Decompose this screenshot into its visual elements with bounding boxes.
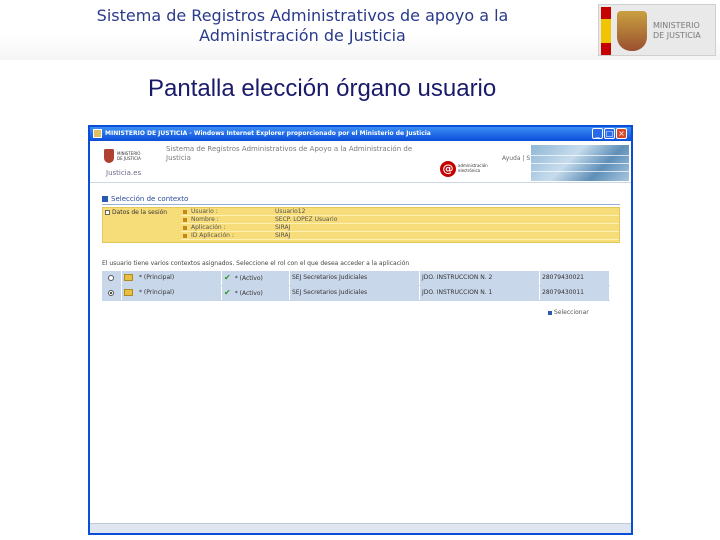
photo-line xyxy=(531,171,630,172)
select-button-label: Seleccionar xyxy=(554,309,589,316)
context-heading-label: Selección de contexto xyxy=(111,195,189,203)
app-header: MINISTERIO DE JUSTICIA Justicia.es Siste… xyxy=(90,141,631,183)
status-cell: ✔ * (Activo) xyxy=(222,286,290,300)
check-icon: ✔ xyxy=(224,288,231,297)
session-key: Aplicación : xyxy=(191,224,226,231)
status-bar xyxy=(90,523,631,533)
header-title: Sistema de Registros Administrativos de … xyxy=(30,6,575,46)
spanish-flag-icon xyxy=(601,7,611,55)
session-key: ID Aplicación : xyxy=(191,232,234,239)
header-photo xyxy=(530,145,630,181)
ministry-logo-line1: MINISTERIO xyxy=(653,21,700,30)
code-cell: SEJ Secretarios Judiciales xyxy=(290,271,420,285)
role-label: * (Principal) xyxy=(139,274,175,281)
session-key: Nombre : xyxy=(191,216,219,223)
at-sign-icon: @ xyxy=(440,161,456,177)
context-instructions: El usuario tiene varios contextos asigna… xyxy=(102,260,410,267)
ministry-logo: MINISTERIO DE JUSTICIA xyxy=(598,4,716,56)
slide: Sistema de Registros Administrativos de … xyxy=(0,0,720,540)
organ-cell: JDO. INSTRUCCION N. 1 xyxy=(420,286,540,300)
role-label: * (Principal) xyxy=(139,289,175,296)
app-system-title: Sistema de Registros Administrativos de … xyxy=(166,145,446,163)
ministry-logo-text: MINISTERIO DE JUSTICIA xyxy=(653,21,715,41)
number-cell: 28079430011 xyxy=(540,286,610,300)
session-value: SECP. LOPEZ Usuario xyxy=(275,216,338,223)
session-label: Datos de la sesión xyxy=(112,209,168,216)
session-row: Nombre : SECP. LOPEZ Usuario xyxy=(181,216,619,224)
radio-icon[interactable] xyxy=(108,289,114,296)
ministry-logo-line2: DE JUSTICIA xyxy=(653,31,701,40)
admin-electronica-logo: @ administración electrónica xyxy=(440,161,500,181)
role-cell: * (Principal) xyxy=(122,271,222,285)
session-value: SIRAJ xyxy=(275,232,291,239)
session-key: Usuario : xyxy=(191,208,218,215)
app-logo-text: MINISTERIO DE JUSTICIA xyxy=(117,151,141,161)
bullet-icon xyxy=(183,226,187,230)
session-value: Usuario12 xyxy=(275,208,306,215)
table-row[interactable]: * (Principal) ✔ * (Activo) SEJ Secretario… xyxy=(102,286,610,300)
radio-cell[interactable] xyxy=(102,286,122,300)
context-heading: Selección de contexto xyxy=(102,195,188,203)
app-system-title-line2: Justicia xyxy=(166,154,191,162)
window-icon xyxy=(93,129,102,138)
close-button[interactable]: × xyxy=(616,128,627,139)
bullet-icon xyxy=(183,234,187,238)
check-icon: ✔ xyxy=(224,273,231,282)
session-row: Usuario : Usuario12 xyxy=(181,208,619,216)
bullet-icon xyxy=(183,210,187,214)
coat-of-arms-icon xyxy=(617,11,647,51)
folder-icon xyxy=(124,289,133,296)
role-cell: * (Principal) xyxy=(122,286,222,300)
session-panel: Datos de la sesión Usuario : Usuario12 N… xyxy=(102,207,620,243)
select-button[interactable]: Seleccionar xyxy=(548,309,589,316)
session-row: Aplicación : SIRAJ xyxy=(181,224,619,232)
contexts-table: * (Principal) ✔ * (Activo) SEJ Secretario… xyxy=(102,271,610,301)
folder-icon xyxy=(124,274,133,281)
session-value: SIRAJ xyxy=(275,224,291,231)
status-label: * (Activo) xyxy=(234,275,263,282)
justicia-label: Justicia.es xyxy=(106,169,142,177)
status-label: * (Activo) xyxy=(234,290,263,297)
minimize-button[interactable]: _ xyxy=(592,128,603,139)
coat-of-arms-icon xyxy=(104,149,114,163)
radio-icon[interactable] xyxy=(108,274,114,281)
session-row: ID Aplicación : SIRAJ xyxy=(181,232,619,240)
section-marker-icon xyxy=(102,196,108,202)
photo-line xyxy=(531,155,630,156)
admin-logo-text: administración electrónica xyxy=(458,163,488,173)
maximize-button[interactable]: □ xyxy=(604,128,615,139)
divider xyxy=(102,204,620,205)
radio-cell[interactable] xyxy=(102,271,122,285)
header-title-line2: Administración de Justicia xyxy=(199,26,406,45)
status-cell: ✔ * (Activo) xyxy=(222,271,290,285)
number-cell: 28079430021 xyxy=(540,271,610,285)
header-title-line1: Sistema de Registros Administrativos de … xyxy=(96,6,509,25)
organ-cell: JDO. INSTRUCCION N. 2 xyxy=(420,271,540,285)
window-title: MINISTERIO DE JUSTICIA - Windows Interne… xyxy=(105,130,431,137)
bullet-icon xyxy=(183,218,187,222)
button-marker-icon xyxy=(548,310,552,315)
app-logo: MINISTERIO DE JUSTICIA xyxy=(104,149,144,167)
app-system-title-line1: Sistema de Registros Administrativos de … xyxy=(166,145,413,153)
code-cell: SEJ Secretarios Judiciales xyxy=(290,286,420,300)
window-titlebar[interactable]: MINISTERIO DE JUSTICIA - Windows Interne… xyxy=(90,127,631,141)
table-row[interactable]: * (Principal) ✔ * (Activo) SEJ Secretario… xyxy=(102,271,610,285)
collapse-icon xyxy=(105,210,110,215)
slide-subtitle: Pantalla elección órgano usuario xyxy=(148,75,497,102)
slide-header: Sistema de Registros Administrativos de … xyxy=(0,0,720,60)
session-table: Usuario : Usuario12 Nombre : SECP. LOPEZ… xyxy=(181,208,619,242)
photo-line xyxy=(531,163,630,164)
session-toggle[interactable]: Datos de la sesión xyxy=(105,209,167,216)
browser-window: MINISTERIO DE JUSTICIA - Windows Interne… xyxy=(88,125,633,535)
